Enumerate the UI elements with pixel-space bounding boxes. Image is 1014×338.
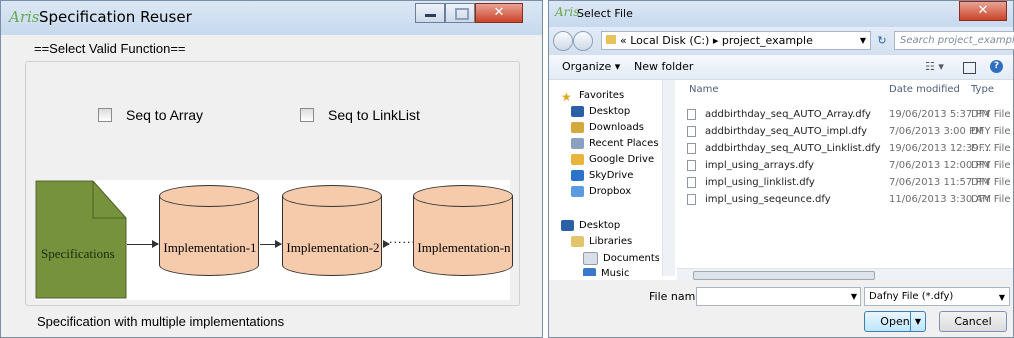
search-placeholder: Search project_example	[900, 35, 1014, 46]
implementation-n-cylinder: Implementation-n	[413, 185, 515, 287]
dropbox-icon	[571, 186, 584, 197]
nav-favorites[interactable]: ★ Favorites	[561, 90, 624, 104]
nav-desktop-root[interactable]: Desktop	[561, 220, 620, 231]
file-icon	[687, 126, 696, 137]
dialog-title: Select File	[577, 7, 633, 20]
close-button[interactable]: ✕	[959, 1, 1007, 21]
seq-to-linklist-checkbox[interactable]: Seq to LinkList	[300, 107, 420, 123]
nav-downloads[interactable]: Downloads	[571, 122, 644, 133]
nav-google-drive[interactable]: Google Drive	[571, 154, 654, 165]
cancel-button[interactable]: Cancel	[939, 311, 1007, 332]
file-icon	[687, 109, 696, 120]
star-icon: ★	[561, 90, 572, 104]
checkbox-box[interactable]	[98, 108, 112, 122]
documents-icon	[583, 252, 598, 265]
file-icon	[687, 177, 696, 188]
implementations-diagram: Specifications Implementation-1 Implemen…	[35, 180, 513, 300]
implementation-label: Implementation-n	[417, 240, 511, 255]
nav-libraries[interactable]: Libraries	[571, 236, 632, 247]
recent-places-icon	[571, 138, 584, 149]
column-header-date[interactable]: Date modified	[889, 84, 960, 95]
window-controls: ✕	[415, 3, 523, 25]
app-logo: Aris	[9, 8, 40, 26]
command-bar: Organize ▾ New folder ☷ ▾ ?	[549, 55, 1013, 80]
nav-scrollbar[interactable]	[662, 80, 675, 276]
specification-reuser-window: Aris Specification Reuser ✕ ==Select Val…	[0, 0, 543, 338]
column-header-name[interactable]: Name	[689, 84, 719, 95]
checkbox-label: Seq to Array	[126, 107, 204, 123]
desktop-icon	[561, 220, 574, 231]
dialog-footer: File name: ▼ Dafny File (*.dfy) ▼ Open ▼…	[549, 280, 1013, 337]
help-icon[interactable]: ?	[990, 60, 1003, 73]
nav-desktop[interactable]: Desktop	[571, 106, 630, 117]
status-text: Specification with multiple implementati…	[37, 314, 285, 329]
specifications-label: Specifications	[41, 246, 115, 261]
checkbox-box[interactable]	[300, 108, 314, 122]
view-options-icon[interactable]: ☷ ▾	[925, 60, 944, 73]
file-row[interactable]: addbirthday_seq_AUTO_Array.dfy 19/06/201…	[677, 108, 1013, 124]
file-row[interactable]: impl_using_arrays.dfy 7/06/2013 12:00 PM…	[677, 159, 1013, 175]
file-row[interactable]: impl_using_linklist.dfy 7/06/2013 11:57 …	[677, 176, 1013, 192]
file-icon	[687, 160, 696, 171]
column-header-type[interactable]: Type	[971, 84, 994, 95]
implementation-label: Implementation-1	[163, 240, 257, 255]
file-row[interactable]: impl_using_seqeunce.dfy 11/06/2013 3:30 …	[677, 193, 1013, 209]
title-bar[interactable]: Aris Select File ✕	[549, 1, 1013, 27]
refresh-icon[interactable]: ↻	[873, 31, 891, 50]
group-title: ==Select Valid Function==	[32, 41, 188, 56]
file-name-input[interactable]: ▼	[696, 287, 861, 306]
folder-icon	[606, 35, 616, 44]
checkbox-label: Seq to LinkList	[328, 107, 420, 123]
navigation-pane: ★ Favorites Desktop Downloads Recent Pla…	[549, 80, 659, 276]
minimize-button[interactable]	[415, 3, 445, 23]
search-input[interactable]: Search project_example	[894, 31, 1014, 50]
window-controls: ✕	[959, 1, 1007, 23]
seq-to-array-checkbox[interactable]: Seq to Array	[98, 107, 203, 123]
nav-skydrive[interactable]: SkyDrive	[571, 170, 633, 181]
specifications-document-shape	[35, 180, 127, 299]
title-bar[interactable]: Aris Specification Reuser ✕	[1, 1, 542, 35]
app-logo: Aris	[555, 5, 580, 19]
implementation-2-cylinder: Implementation-2	[282, 185, 384, 287]
close-button[interactable]: ✕	[475, 3, 523, 23]
libraries-icon	[571, 236, 584, 247]
file-icon	[687, 194, 696, 205]
file-icon	[687, 143, 696, 154]
address-field[interactable]: « Local Disk (C:) ▸ project_example ▼	[601, 31, 871, 50]
nav-dropbox[interactable]: Dropbox	[571, 186, 631, 197]
maximize-button[interactable]	[445, 3, 475, 23]
implementation-label: Implementation-2	[286, 240, 380, 255]
forward-button[interactable]	[573, 31, 593, 51]
address-path: « Local Disk (C:) ▸ project_example	[620, 34, 813, 47]
chevron-down-icon[interactable]: ▼	[860, 32, 866, 50]
select-file-dialog: Aris Select File ✕ « Local Disk (C:) ▸ p…	[548, 0, 1014, 338]
file-type-select[interactable]: Dafny File (*.dfy) ▼	[864, 287, 1010, 306]
chevron-down-icon[interactable]: ▼	[999, 289, 1005, 307]
preview-pane-icon[interactable]	[963, 62, 976, 74]
file-list: Name Date modified Type addbirthday_seq_…	[677, 80, 1013, 270]
scroll-thumb[interactable]	[693, 271, 875, 280]
desktop-icon	[571, 106, 584, 117]
organize-button[interactable]: Organize ▾	[562, 60, 620, 73]
google-drive-icon	[571, 154, 584, 165]
new-folder-button[interactable]: New folder	[634, 60, 693, 73]
open-split-arrow[interactable]: ▼	[910, 312, 925, 331]
nav-recent-places[interactable]: Recent Places	[571, 138, 659, 149]
address-bar: « Local Disk (C:) ▸ project_example ▼ ↻ …	[549, 27, 1014, 55]
music-icon	[583, 268, 596, 276]
downloads-icon	[571, 122, 584, 133]
file-row[interactable]: addbirthday_seq_AUTO_impl.dfy 7/06/2013 …	[677, 125, 1013, 141]
file-row[interactable]: addbirthday_seq_AUTO_Linklist.dfy 19/06/…	[677, 142, 1013, 158]
back-button[interactable]	[553, 31, 573, 51]
implementation-1-cylinder: Implementation-1	[159, 185, 261, 287]
skydrive-icon	[571, 170, 584, 181]
chevron-down-icon[interactable]: ▼	[851, 292, 857, 301]
nav-music[interactable]: Music	[583, 268, 629, 276]
window-title: Specification Reuser	[39, 8, 192, 26]
nav-documents[interactable]: Documents	[583, 252, 659, 265]
open-button[interactable]: Open ▼	[864, 311, 926, 332]
